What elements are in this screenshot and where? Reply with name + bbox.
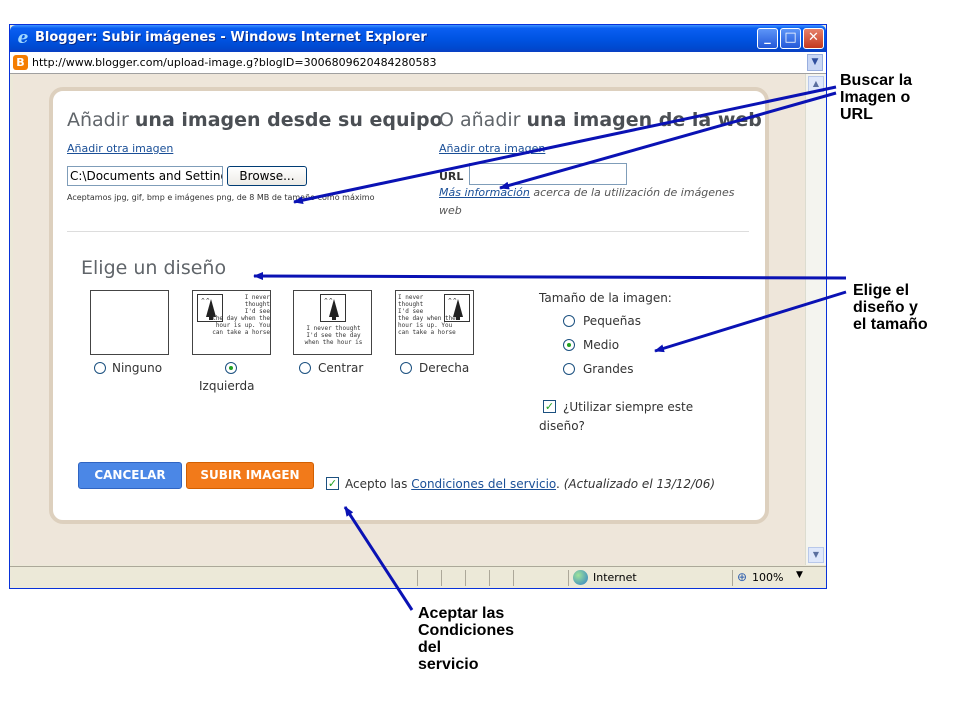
annotation-layout: Elige el diseño y el tamaño [853,282,928,333]
arrow-to-url [499,91,837,190]
arrow-to-size [654,290,847,353]
arrow-to-browse [293,85,837,205]
annotation-terms: Aceptar las Condiciones del servicio [418,605,515,673]
arrow-to-layout [253,272,847,281]
arrow-to-terms [343,506,414,611]
annotation-search: Buscar la Imagen o URL [840,72,913,123]
tutorial-screenshot: e Blogger: Subir imágenes - Windows Inte… [0,0,960,720]
